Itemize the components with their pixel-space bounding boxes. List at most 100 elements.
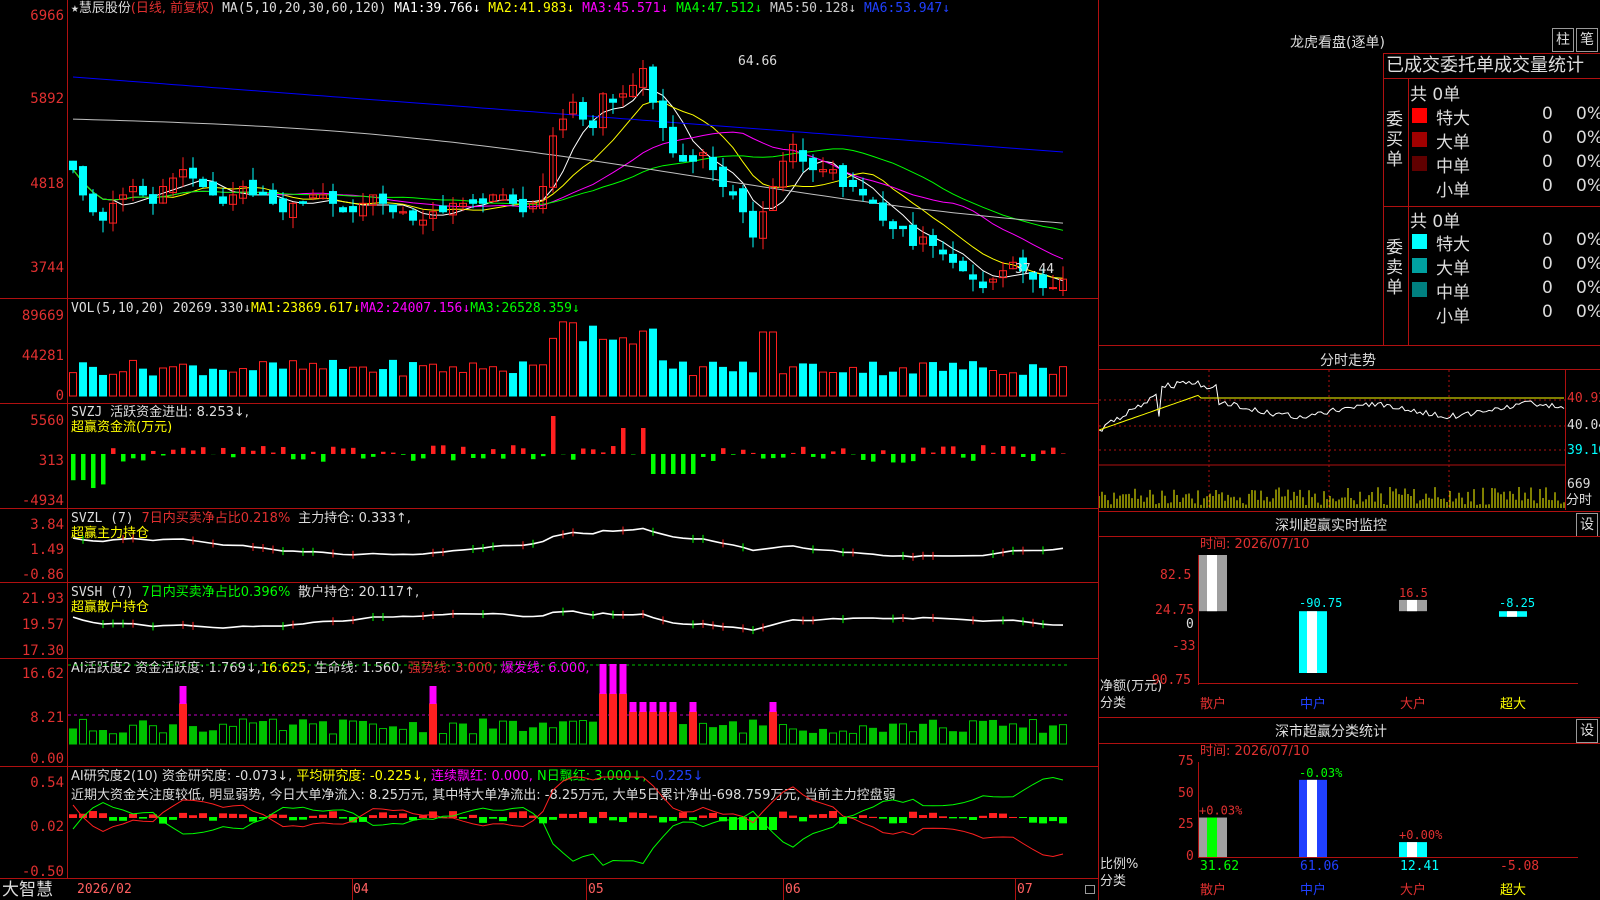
fund-flow-bar xyxy=(91,454,96,489)
sell-m-swatch xyxy=(1412,282,1427,297)
fund-flow-bar xyxy=(841,448,846,454)
activity-bar xyxy=(479,718,487,745)
buy-row-xl[interactable]: 特大 0 0% xyxy=(1410,104,1600,129)
activity-peak xyxy=(599,664,607,694)
sz-class-settings-button[interactable]: 设 xyxy=(1576,719,1598,743)
buy-row-s[interactable]: 小单 0 0% xyxy=(1410,176,1600,201)
sell-row-xl[interactable]: 特大 0 0% xyxy=(1410,230,1600,255)
research-bar xyxy=(859,815,867,818)
date-tick: 07 xyxy=(1017,882,1033,897)
stock-name[interactable]: 慧辰股份 xyxy=(79,1,131,16)
fund-flow-bar xyxy=(681,454,686,474)
fund-flow-bar xyxy=(471,454,476,458)
retail-holding-chart[interactable] xyxy=(68,583,1098,658)
research-bar xyxy=(679,812,687,818)
sell-s-pct: 0% xyxy=(1576,302,1600,322)
fund-flow-bar xyxy=(901,454,906,463)
activity-peak xyxy=(769,702,777,712)
fund-flow-bar xyxy=(231,454,236,458)
volume-bar xyxy=(849,366,857,397)
fund-flow-bar xyxy=(141,454,146,461)
volume-bar xyxy=(989,370,997,397)
buy-s-count: 0 xyxy=(1542,176,1553,196)
activity-peak xyxy=(689,702,697,712)
sz-class-cat: 散户 xyxy=(1200,883,1227,898)
sell-row-m[interactable]: 中单 0 0% xyxy=(1410,278,1600,303)
sz-class-cat: 大户 xyxy=(1400,883,1427,898)
candlestick-chart[interactable] xyxy=(68,18,1098,296)
candle-body xyxy=(929,235,937,246)
volume-chart[interactable] xyxy=(68,316,1098,398)
volume-bar xyxy=(1039,367,1047,397)
research-bar xyxy=(579,811,587,818)
favorite-star-icon[interactable]: ★ xyxy=(71,1,79,16)
research-bar xyxy=(819,814,827,818)
activity-bar xyxy=(999,725,1007,745)
activity-bar xyxy=(309,723,317,745)
candle-body xyxy=(249,179,257,196)
activity-bar xyxy=(89,730,97,745)
research-bar xyxy=(399,813,407,818)
category-value-label: -0.03% xyxy=(1299,766,1343,780)
research-bar xyxy=(879,817,887,819)
buy-row-m[interactable]: 中单 0 0% xyxy=(1410,152,1600,177)
research-bar xyxy=(619,817,627,823)
volume-bar xyxy=(699,366,707,397)
research-bar xyxy=(459,817,467,819)
ma2-name: MA2: xyxy=(488,1,520,16)
research-bar xyxy=(99,813,107,818)
tick-mode-button[interactable]: 笔 xyxy=(1576,28,1598,52)
sell-row-l[interactable]: 大单 0 0% xyxy=(1410,254,1600,279)
volume-bar xyxy=(939,370,947,397)
buy-xl-label: 特大 xyxy=(1436,109,1470,129)
research-bar xyxy=(949,817,957,819)
activity-bar xyxy=(619,693,627,745)
volume-bar xyxy=(899,367,907,397)
activity-bar xyxy=(669,711,677,745)
fund-flow-bar xyxy=(401,454,406,455)
activity-bar xyxy=(299,719,307,745)
ai-research-chart[interactable] xyxy=(68,767,1098,878)
lhb-tabs[interactable]: 已成交委托单成交量统计 xyxy=(1386,56,1584,76)
research-bar xyxy=(129,813,137,818)
sz-class-bars[interactable]: +0.03% -0.03% +0.00% xyxy=(1199,762,1579,858)
date-tick: 06 xyxy=(785,882,801,897)
research-bar xyxy=(899,817,907,824)
candle-body xyxy=(899,225,907,230)
high-price-label: 64.66 xyxy=(738,54,778,69)
activity-bar xyxy=(499,720,507,745)
sz-divider xyxy=(1098,717,1600,718)
activity-peak xyxy=(609,664,617,694)
ma4-name: MA4: xyxy=(676,1,708,16)
bar-mode-button[interactable]: 柱 xyxy=(1552,28,1574,52)
sz-class-tick: 25 xyxy=(1178,817,1194,832)
lock-icon[interactable] xyxy=(1085,885,1095,894)
research-bar xyxy=(169,817,177,820)
buy-row-l[interactable]: 大单 0 0% xyxy=(1410,128,1600,153)
main-holding-chart[interactable] xyxy=(68,509,1098,582)
fund-flow-chart[interactable] xyxy=(68,404,1098,508)
research-bar xyxy=(339,817,347,819)
ai-active-chart[interactable] xyxy=(68,659,1098,766)
buy-l-count: 0 xyxy=(1542,128,1553,148)
sz-monitor-settings-button[interactable]: 设 xyxy=(1576,513,1598,537)
category-bar-highlight xyxy=(1307,611,1317,673)
buy-xl-swatch xyxy=(1412,108,1427,123)
period-mode[interactable]: (日线, 前复权) xyxy=(131,1,214,16)
vol-ma3-value: 26528.359↓ xyxy=(501,301,580,316)
research-green-line xyxy=(72,776,1064,866)
fund-flow-bar xyxy=(1021,454,1026,457)
volume-bar xyxy=(569,322,577,397)
research-bar xyxy=(329,811,337,818)
research-bar xyxy=(389,815,397,818)
sell-row-s[interactable]: 小单 0 0% xyxy=(1410,302,1600,327)
fund-flow-bar xyxy=(831,451,836,454)
fund-flow-bar xyxy=(651,454,656,474)
research-bar xyxy=(229,813,237,818)
fund-flow-bar xyxy=(641,428,646,454)
volume-bar xyxy=(759,331,767,397)
sz-monitor-baseline xyxy=(1198,683,1578,684)
intraday-chart[interactable] xyxy=(1099,370,1565,510)
volume-bar xyxy=(129,359,137,397)
sz-monitor-bars[interactable]: 82.5-90.7516.5-8.25 xyxy=(1199,555,1579,685)
